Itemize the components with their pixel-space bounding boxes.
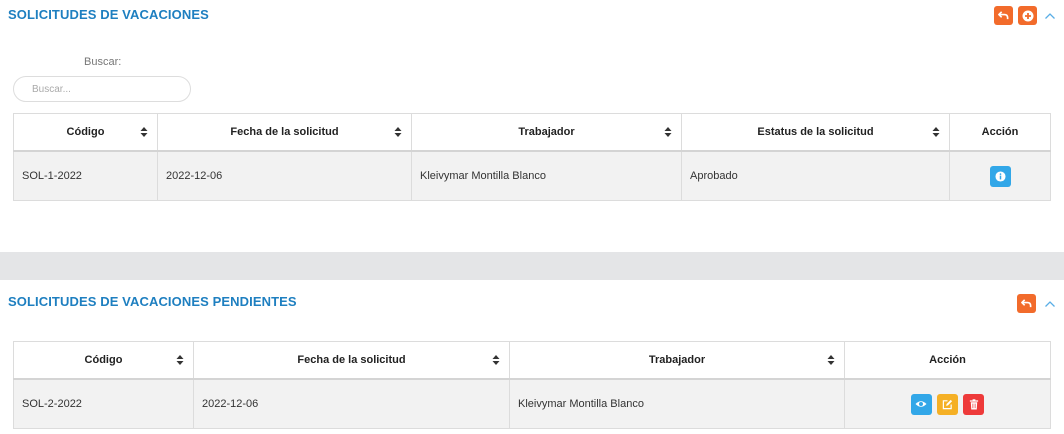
info-icon <box>994 170 1006 182</box>
eye-icon <box>915 401 927 407</box>
sort-icon <box>394 127 402 137</box>
column-header-label: Fecha de la solicitud <box>297 354 406 366</box>
search-input[interactable] <box>13 76 191 102</box>
column-header-action: Acción <box>949 113 1051 152</box>
cell-action <box>949 150 1051 201</box>
vacation-requests-panel: SOLICITUDES DE VACACIONES Buscar: Código <box>0 0 1064 252</box>
table-header-row: Código Fecha de la solicitud Trabajador … <box>13 113 1051 152</box>
column-header-label: Acción <box>929 354 966 366</box>
column-header-label: Trabajador <box>648 354 706 366</box>
chevron-up-icon[interactable] <box>1044 298 1056 310</box>
info-button[interactable] <box>989 165 1011 187</box>
column-header-date[interactable]: Fecha de la solicitud <box>157 113 412 152</box>
sort-icon <box>664 127 672 137</box>
pending-requests-table: Código Fecha de la solicitud Trabajador … <box>13 341 1051 429</box>
column-header-date[interactable]: Fecha de la solicitud <box>193 341 510 380</box>
cell-worker: Kleivymar Montilla Blanco <box>411 150 682 201</box>
back-button[interactable] <box>994 6 1013 25</box>
panel-title: SOLICITUDES DE VACACIONES <box>8 7 209 22</box>
column-header-worker[interactable]: Trabajador <box>509 341 845 380</box>
trash-icon <box>969 398 978 410</box>
plus-circle-icon <box>1022 10 1033 21</box>
cell-code: SOL-2-2022 <box>13 378 194 429</box>
undo-icon <box>998 11 1009 20</box>
undo-icon <box>1021 299 1032 308</box>
sort-icon <box>492 355 500 365</box>
column-header-label: Estatus de la solicitud <box>757 126 874 138</box>
sort-icon <box>827 355 835 365</box>
cell-action <box>844 378 1051 429</box>
column-header-action: Acción <box>844 341 1051 380</box>
delete-button[interactable] <box>963 393 985 415</box>
table-header-row: Código Fecha de la solicitud Trabajador … <box>13 341 1051 380</box>
edit-button[interactable] <box>937 393 958 415</box>
column-header-label: Código <box>66 126 105 138</box>
column-header-label: Trabajador <box>518 126 575 138</box>
cell-date: 2022-12-06 <box>193 378 510 429</box>
cell-worker: Kleivymar Montilla Blanco <box>509 378 845 429</box>
cell-status: Aprobado <box>681 150 950 201</box>
column-header-status[interactable]: Estatus de la solicitud <box>681 113 950 152</box>
sort-icon <box>176 355 184 365</box>
table-row: SOL-2-2022 2022-12-06 Kleivymar Montilla… <box>13 378 1051 429</box>
table-row: SOL-1-2022 2022-12-06 Kleivymar Montilla… <box>13 150 1051 201</box>
cell-code: SOL-1-2022 <box>13 150 158 201</box>
add-request-button[interactable] <box>1018 6 1037 25</box>
requests-table: Código Fecha de la solicitud Trabajador … <box>13 113 1051 201</box>
column-header-label: Acción <box>981 126 1019 138</box>
view-button[interactable] <box>910 393 932 415</box>
edit-icon <box>942 399 953 409</box>
column-header-label: Fecha de la solicitud <box>230 126 339 138</box>
search-label: Buscar: <box>84 56 122 68</box>
column-header-worker[interactable]: Trabajador <box>411 113 682 152</box>
sort-icon <box>932 127 940 137</box>
cell-date: 2022-12-06 <box>157 150 412 201</box>
panel-title: SOLICITUDES DE VACACIONES PENDIENTES <box>8 294 297 309</box>
back-button[interactable] <box>1017 294 1036 313</box>
sort-icon <box>140 127 148 137</box>
column-header-code[interactable]: Código <box>13 341 194 380</box>
column-header-code[interactable]: Código <box>13 113 158 152</box>
chevron-up-icon[interactable] <box>1044 10 1056 22</box>
column-header-label: Código <box>84 354 123 366</box>
